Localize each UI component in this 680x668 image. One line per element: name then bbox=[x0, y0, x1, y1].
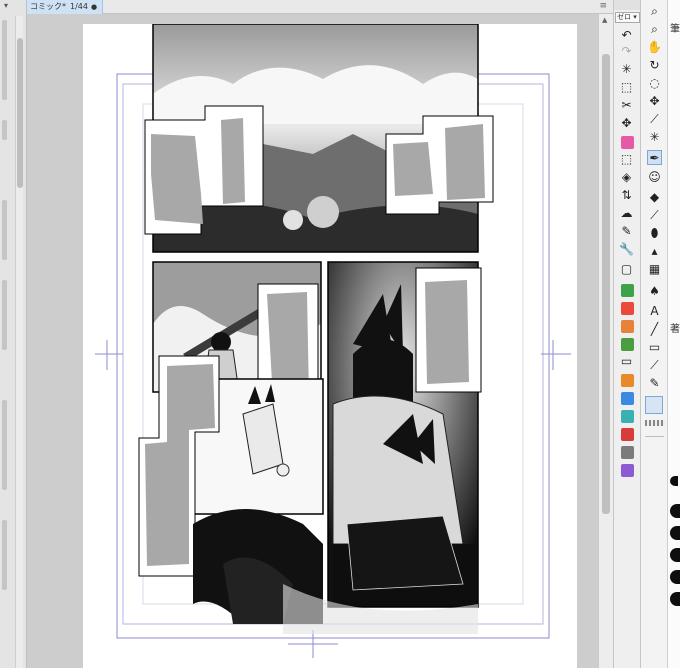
eyedropper-icon[interactable]: ✎ bbox=[619, 224, 634, 239]
magnify-icon[interactable]: ⌕ bbox=[647, 22, 662, 37]
sub-tool-palette: ⌕ ⌕ ✋ ↻ ◌ ✥ ⟋ ✳ ✒ ☺ ◆ ⟋ ⬮ ▴ ▦ ♠ A ╱ ▭ ⟋ … bbox=[640, 0, 667, 668]
cloud-icon[interactable]: ☁ bbox=[619, 206, 634, 221]
layer-scrollbar[interactable] bbox=[15, 16, 23, 668]
document-tab-bar: コミック* 1/44 ● ≡ bbox=[27, 0, 613, 14]
divider bbox=[645, 436, 664, 437]
ruler-icon[interactable]: ⟋ bbox=[647, 358, 662, 373]
gradient-icon[interactable]: ▦ bbox=[647, 262, 662, 277]
canvas-area[interactable] bbox=[27, 14, 598, 668]
line-icon[interactable]: ╱ bbox=[647, 322, 662, 337]
panel-divider bbox=[2, 200, 7, 260]
brush-size-option[interactable] bbox=[670, 570, 680, 584]
zoom-icon[interactable]: ⌕ bbox=[647, 4, 662, 19]
eyedropper-icon[interactable]: ⟋ bbox=[647, 112, 662, 127]
palette-header bbox=[614, 0, 641, 10]
panel-divider bbox=[2, 20, 7, 100]
pen-icon[interactable]: ✒ bbox=[647, 150, 662, 165]
select-area-icon[interactable]: ⬚ bbox=[619, 152, 634, 167]
tab-title: コミック* bbox=[30, 2, 66, 11]
layer-swatch-purple[interactable] bbox=[621, 464, 634, 477]
document-tab[interactable]: コミック* 1/44 ● bbox=[27, 0, 103, 14]
layer-swatch-teal[interactable] bbox=[621, 410, 634, 423]
eraser-icon[interactable]: ◆ bbox=[647, 190, 662, 205]
brush-icon[interactable]: ⟋ bbox=[647, 208, 662, 223]
scroll-thumb[interactable] bbox=[17, 38, 23, 188]
decoration-icon[interactable]: ♠ bbox=[647, 284, 662, 299]
brush-size-option[interactable] bbox=[670, 476, 678, 486]
cut-icon[interactable]: ✂ bbox=[619, 98, 634, 113]
redo-icon[interactable]: ↷ bbox=[619, 44, 634, 59]
scroll-thumb[interactable] bbox=[602, 54, 610, 514]
sparkle-icon[interactable]: ✳ bbox=[647, 130, 662, 145]
flip-icon[interactable]: ⇅ bbox=[619, 188, 634, 203]
brush-size-option[interactable] bbox=[670, 592, 680, 606]
manga-page[interactable] bbox=[83, 23, 577, 668]
brush-size-strip: 筆 著 bbox=[667, 0, 680, 668]
layer-swatch-orange[interactable] bbox=[621, 320, 634, 333]
page-artwork bbox=[95, 23, 571, 658]
clip-studio-window: ▾ コミック* 1/44 ● ≡ ▲ ゼロ ▾ ↶ ↷ ✳ ⬚ ✂ ✥ ⬚ ◈ … bbox=[0, 0, 680, 668]
panel-divider bbox=[2, 400, 7, 490]
frame-icon[interactable]: ▭ bbox=[647, 340, 662, 355]
panel-divider bbox=[2, 280, 7, 350]
balloon-icon[interactable]: ▢ bbox=[619, 262, 634, 277]
layer-color-icon[interactable] bbox=[621, 136, 634, 149]
layer-swatch-red[interactable] bbox=[621, 302, 634, 315]
transform-icon[interactable]: ⬚ bbox=[619, 80, 634, 95]
brush-size-option[interactable] bbox=[670, 548, 680, 562]
layer-swatch-green[interactable] bbox=[621, 284, 634, 297]
loading-spinner-icon[interactable]: ✳ bbox=[619, 62, 634, 77]
move-icon[interactable]: ✥ bbox=[647, 94, 662, 109]
hand-icon[interactable]: ✋ bbox=[647, 40, 662, 55]
canvas-scrollbar[interactable]: ▲ bbox=[598, 14, 613, 668]
avatar[interactable]: ☺ bbox=[647, 170, 662, 185]
lasso-icon[interactable]: ◌ bbox=[647, 76, 662, 91]
close-tab-icon[interactable]: ● bbox=[91, 0, 97, 14]
pen-nib-icon[interactable]: ◈ bbox=[619, 170, 634, 185]
zoom-select[interactable]: ゼロ ▾ bbox=[615, 12, 640, 23]
scroll-up-icon[interactable]: ▲ bbox=[602, 16, 607, 24]
correct-line-icon[interactable]: ✎ bbox=[647, 376, 662, 391]
layer-swatch-crimson[interactable] bbox=[621, 428, 634, 441]
rotate-icon[interactable]: ↻ bbox=[647, 58, 662, 73]
main-color-swatch[interactable] bbox=[645, 396, 663, 414]
undo-icon[interactable]: ↶ bbox=[619, 28, 634, 43]
tab-menu-icon[interactable]: ≡ bbox=[599, 0, 607, 13]
layer-swatch-green-2[interactable] bbox=[621, 338, 634, 351]
move-layer-icon[interactable]: ✥ bbox=[619, 116, 634, 131]
zoom-select-value: ゼロ bbox=[617, 13, 631, 21]
left-panel-edge: ▾ bbox=[0, 0, 27, 668]
panel-label: 筆 bbox=[670, 24, 680, 35]
panel-label: 著 bbox=[670, 324, 680, 335]
wrench-icon[interactable]: 🔧 bbox=[619, 242, 634, 257]
panel-divider bbox=[2, 520, 7, 590]
folder-icon[interactable]: ▭ bbox=[619, 354, 634, 369]
layer-swatch-gray[interactable] bbox=[621, 446, 634, 459]
chevron-down-icon[interactable]: ▾ bbox=[4, 1, 8, 10]
layer-swatch-amber[interactable] bbox=[621, 374, 634, 387]
brush-size-option[interactable] bbox=[670, 526, 680, 540]
layer-swatch-blue[interactable] bbox=[621, 392, 634, 405]
text-icon[interactable]: A bbox=[647, 304, 662, 319]
panel-divider bbox=[2, 120, 7, 140]
brush-size-option[interactable] bbox=[670, 504, 680, 518]
blend-icon[interactable]: ⬮ bbox=[647, 226, 662, 241]
tool-palette: ゼロ ▾ ↶ ↷ ✳ ⬚ ✂ ✥ ⬚ ◈ ⇅ ☁ ✎ 🔧 ▢ ▭ bbox=[613, 0, 641, 668]
fill-bucket-icon[interactable]: ▴ bbox=[647, 244, 662, 259]
transparency-toggle[interactable] bbox=[645, 420, 665, 426]
page-count: 1/44 bbox=[70, 2, 88, 11]
